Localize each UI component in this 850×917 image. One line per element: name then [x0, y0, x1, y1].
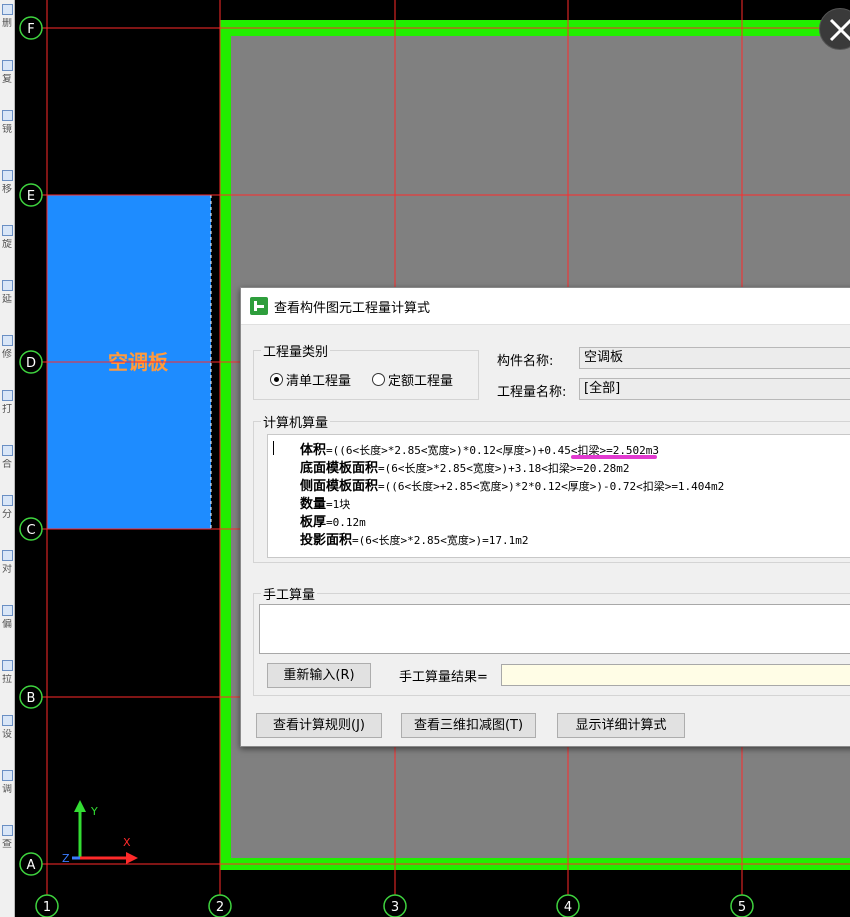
view-3d-deduction-button[interactable]: 查看三维扣减图(T) [401, 713, 536, 738]
toolbar-item-15[interactable]: 查 [1, 839, 13, 850]
svg-text:C: C [26, 523, 35, 538]
app-logo-icon [250, 297, 268, 315]
ucs-x-label: X [123, 836, 131, 849]
svg-text:A: A [27, 858, 36, 873]
manual-result-label: 手工算量结果= [399, 670, 488, 685]
toolbar-item-8[interactable]: 合 [1, 459, 13, 470]
row-axis-b: B [19, 685, 43, 709]
toolbar-item-10[interactable]: 对 [1, 564, 13, 575]
calc-line-projected-area: 投影面积=(6<长度>*2.85<宽度>)=17.1m2 [300, 533, 529, 548]
col-axis-4: 4 [556, 894, 580, 917]
quantity-name-dropdown[interactable]: [全部] [579, 378, 850, 400]
reenter-button[interactable]: 重新输入(R) [267, 663, 371, 688]
calc-line-thickness: 板厚=0.12m [300, 515, 366, 530]
trim-tool-icon[interactable] [2, 335, 13, 346]
toolbar-item-7[interactable]: 打 [1, 404, 13, 415]
quantity-name-label: 工程量名称: [497, 385, 567, 400]
col-axis-3: 3 [383, 894, 407, 917]
computer-calc-label: 计算机算量 [261, 412, 331, 431]
svg-text:5: 5 [738, 900, 746, 915]
svg-text:4: 4 [564, 900, 572, 915]
extend-tool-icon[interactable] [2, 280, 13, 291]
col-axis-1: 1 [35, 894, 59, 917]
toolbar-item-1[interactable]: 复 [1, 74, 13, 85]
toolbar-item-12[interactable]: 拉 [1, 674, 13, 685]
component-name-field[interactable]: 空调板 [579, 347, 850, 369]
merge-tool-icon[interactable] [2, 445, 13, 456]
break-tool-icon[interactable] [2, 390, 13, 401]
manual-result-field[interactable] [501, 664, 850, 686]
col-axis-2: 2 [208, 894, 232, 917]
mirror-tool-icon[interactable] [2, 110, 13, 121]
toolbar-item-14[interactable]: 调 [1, 784, 13, 795]
row-axis-e: E [19, 183, 43, 207]
quantity-type-label: 工程量类别 [261, 341, 331, 360]
toolbar-item-4[interactable]: 旋 [1, 239, 13, 250]
left-toolbar: 删 复 镜 移 旋 延 修 打 合 分 对 偏 拉 设 调 查 [0, 0, 15, 917]
row-axis-f: F [19, 16, 43, 40]
toolbar-item-2[interactable]: 镜 [1, 124, 13, 135]
svg-text:F: F [27, 22, 34, 37]
dialog-title-bar[interactable]: 查看构件图元工程量计算式 [241, 288, 850, 325]
split-tool-icon[interactable] [2, 495, 13, 506]
set-tool-icon[interactable] [2, 715, 13, 726]
row-axis-c: C [19, 517, 43, 541]
radio-quota-quantity-label: 定额工程量 [388, 374, 454, 389]
dialog-title: 查看构件图元工程量计算式 [274, 301, 431, 316]
stretch-tool-icon[interactable] [2, 660, 13, 671]
radio-bill-quantity[interactable]: 清单工程量 [270, 370, 351, 389]
delete-tool-icon[interactable] [2, 4, 13, 15]
row-axis-a: A [19, 852, 43, 876]
radio-unchecked-icon [372, 373, 385, 386]
query-tool-icon[interactable] [2, 825, 13, 836]
svg-text:D: D [26, 356, 36, 371]
radio-bill-quantity-label: 清单工程量 [286, 374, 352, 389]
text-caret [273, 441, 274, 455]
calc-formula-area[interactable]: 体积=((6<长度>*2.85<宽度>)*0.12<厚度>)+0.45<扣梁>=… [267, 434, 850, 558]
svg-text:E: E [27, 189, 35, 204]
radio-quota-quantity[interactable]: 定额工程量 [372, 370, 453, 389]
svg-text:B: B [27, 691, 36, 706]
component-name-label: 构件名称: [497, 354, 554, 369]
close-icon [829, 18, 850, 42]
offset-tool-icon[interactable] [2, 605, 13, 616]
adjust-tool-icon[interactable] [2, 770, 13, 781]
quantity-formula-dialog: 查看构件图元工程量计算式 工程量类别 清单工程量 定额工程量 构件名称: 空调板… [240, 287, 850, 747]
toolbar-item-11[interactable]: 偏 [1, 619, 13, 630]
rotate-tool-icon[interactable] [2, 225, 13, 236]
align-tool-icon[interactable] [2, 550, 13, 561]
view-rules-button[interactable]: 查看计算规则(J) [256, 713, 382, 738]
svg-text:3: 3 [391, 900, 399, 915]
copy-tool-icon[interactable] [2, 60, 13, 71]
manual-calc-input[interactable] [259, 604, 850, 654]
manual-calc-label: 手工算量 [261, 584, 318, 603]
toolbar-item-13[interactable]: 设 [1, 729, 13, 740]
toolbar-item-5[interactable]: 延 [1, 294, 13, 305]
col-axis-5: 5 [730, 894, 754, 917]
ucs-z-label: Z [62, 852, 70, 865]
calc-line-count: 数量=1块 [300, 497, 351, 512]
toolbar-item-9[interactable]: 分 [1, 509, 13, 520]
toolbar-item-0[interactable]: 删 [1, 18, 13, 29]
radio-checked-icon [270, 373, 283, 386]
calc-line-bottom-formwork: 底面模板面积=(6<长度>*2.85<宽度>)+3.18<扣梁>=20.28m2 [300, 461, 630, 476]
row-axis-d: D [19, 350, 43, 374]
toolbar-item-6[interactable]: 修 [1, 349, 13, 360]
move-tool-icon[interactable] [2, 170, 13, 181]
toolbar-item-3[interactable]: 移 [1, 184, 13, 195]
svg-text:1: 1 [43, 900, 51, 915]
show-detail-formula-button[interactable]: 显示详细计算式 [557, 713, 685, 738]
svg-text:2: 2 [216, 900, 224, 915]
calc-line-side-formwork: 侧面模板面积=((6<长度>+2.85<宽度>)*2*0.12<厚度>)-0.7… [300, 479, 725, 494]
ucs-y-label: Y [90, 805, 98, 818]
